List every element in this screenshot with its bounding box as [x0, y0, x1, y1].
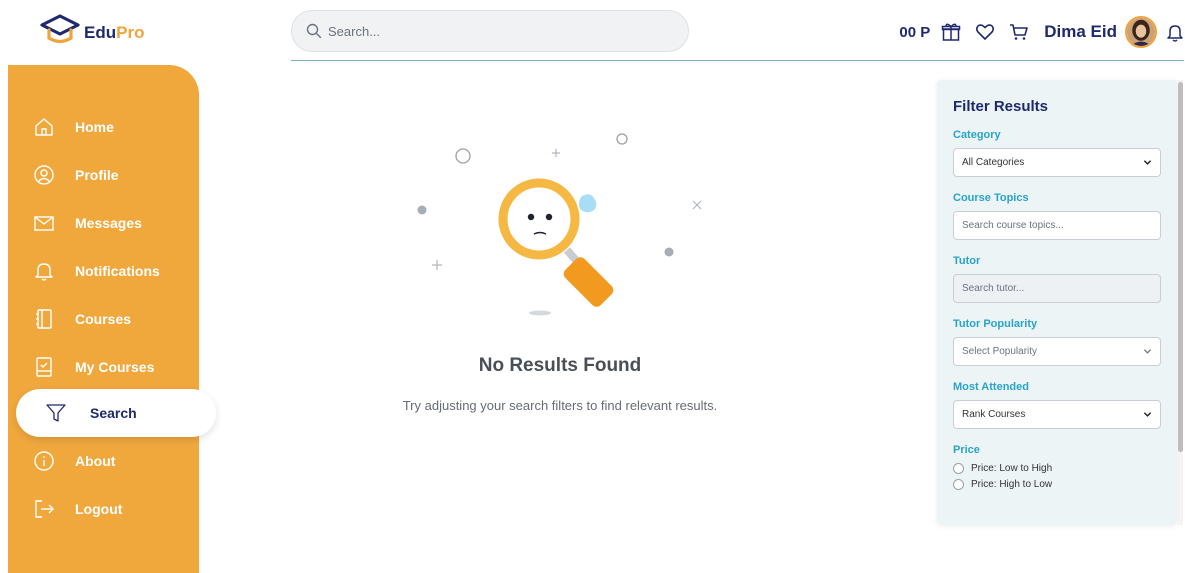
- home-icon: [32, 115, 56, 139]
- tutor-popularity-label: Tutor Popularity: [953, 318, 1038, 330]
- search-bar[interactable]: [291, 10, 689, 52]
- sidebar-item-label: Messages: [75, 215, 142, 231]
- tutor-popularity-select[interactable]: Select Popularity: [953, 337, 1161, 366]
- radio-button[interactable]: [953, 479, 964, 490]
- sidebar-item-label: Courses: [75, 311, 132, 327]
- tutor-label: Tutor: [953, 255, 981, 267]
- tutor-popularity-selected-value: Select Popularity: [962, 346, 1038, 357]
- tutor-placeholder: Search tutor...: [962, 283, 1025, 294]
- category-selected-value: All Categories: [962, 157, 1025, 168]
- brand-name-part2: Pro: [116, 23, 145, 42]
- checked-book-icon: [32, 355, 56, 379]
- graduation-cap-icon: [40, 14, 80, 44]
- tutor-input[interactable]: Search tutor...: [953, 274, 1161, 303]
- header-actions: 00 P Dima Eid: [899, 14, 1185, 50]
- sidebar-item-label: Notifications: [75, 263, 160, 279]
- bell-icon: [32, 259, 56, 283]
- empty-state-title: No Results Found: [478, 355, 642, 376]
- chevron-down-icon: [1143, 412, 1152, 417]
- points-balance: 00 P: [899, 23, 931, 41]
- sidebar-item-courses[interactable]: Courses: [8, 295, 199, 343]
- search-input[interactable]: [328, 23, 668, 39]
- most-attended-label: Most Attended: [953, 381, 1029, 393]
- sidebar-item-profile[interactable]: Profile: [8, 151, 199, 199]
- price-high-to-low-option[interactable]: Price: High to Low: [953, 479, 1161, 490]
- logout-icon: [32, 497, 56, 521]
- sidebar-item-logout[interactable]: Logout: [8, 485, 199, 533]
- sidebar-item-messages[interactable]: Messages: [8, 199, 199, 247]
- radio-button[interactable]: [953, 463, 964, 474]
- envelope-icon: [32, 211, 56, 235]
- empty-state-message: Try adjusting your search filters to fin…: [402, 398, 718, 413]
- cart-icon[interactable]: [1008, 21, 1030, 43]
- price-label: Price: [953, 444, 980, 456]
- filter-panel: Filter Results Category All Categories C…: [937, 80, 1177, 525]
- sidebar-item-label: About: [75, 453, 116, 469]
- radio-label: Price: Low to High: [971, 463, 1053, 474]
- course-topics-placeholder: Search course topics...: [962, 220, 1064, 231]
- chevron-down-icon: [1143, 349, 1152, 354]
- search-icon: [306, 23, 322, 39]
- heart-icon[interactable]: [974, 21, 996, 43]
- chevron-down-icon: [1143, 160, 1152, 165]
- header-divider: [291, 60, 1184, 61]
- sidebar-item-label: My Courses: [75, 359, 155, 375]
- logo[interactable]: EduPro: [38, 11, 144, 47]
- filter-icon: [44, 401, 68, 425]
- user-circle-icon: [32, 163, 56, 187]
- brand-name-part1: Edu: [84, 23, 117, 42]
- category-select[interactable]: All Categories: [953, 148, 1161, 177]
- course-topics-label: Course Topics: [953, 192, 1029, 204]
- sidebar-item-about[interactable]: About: [8, 437, 199, 485]
- brand-name: EduPro: [84, 23, 144, 43]
- user-name[interactable]: Dima Eid: [1044, 22, 1117, 42]
- sidebar-item-label: Search: [90, 405, 137, 421]
- category-label: Category: [953, 129, 1001, 141]
- avatar[interactable]: [1125, 16, 1157, 48]
- radio-label: Price: High to Low: [971, 479, 1053, 490]
- sidebar-item-label: Profile: [75, 167, 119, 183]
- sidebar-item-label: Home: [75, 119, 114, 135]
- gift-icon[interactable]: [940, 21, 962, 43]
- sidebar: Home Profile Messages Notifications Cour…: [8, 65, 216, 573]
- info-icon: [32, 449, 56, 473]
- price-low-to-high-option[interactable]: Price: Low to High: [953, 463, 1161, 474]
- sidebar-item-home[interactable]: Home: [8, 103, 199, 151]
- filter-scrollbar-thumb[interactable]: [1178, 82, 1183, 452]
- no-results-illustration: [417, 133, 702, 316]
- most-attended-selected-value: Rank Courses: [962, 409, 1026, 420]
- notification-bell-icon[interactable]: [1165, 21, 1185, 43]
- sidebar-item-my-courses[interactable]: My Courses: [8, 343, 199, 391]
- most-attended-select[interactable]: Rank Courses: [953, 400, 1161, 429]
- sidebar-item-notifications[interactable]: Notifications: [8, 247, 199, 295]
- book-icon: [32, 307, 56, 331]
- course-topics-input[interactable]: Search course topics...: [953, 211, 1161, 240]
- sidebar-item-search[interactable]: Search: [16, 389, 216, 437]
- filter-title: Filter Results: [953, 98, 1049, 115]
- sidebar-item-label: Logout: [75, 501, 123, 517]
